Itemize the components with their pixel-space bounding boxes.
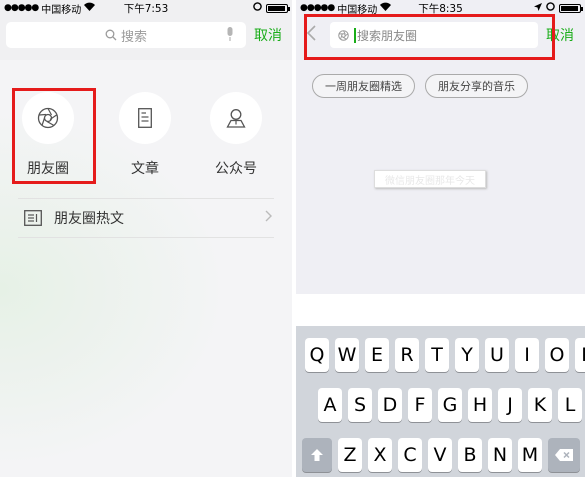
keyboard-row-2: ASDFGHJKL xyxy=(318,388,585,422)
key-l[interactable]: L xyxy=(558,388,582,422)
key-c[interactable]: C xyxy=(398,438,422,472)
key-x[interactable]: X xyxy=(368,438,392,472)
shift-arrow-icon xyxy=(311,449,323,461)
category-label: 文章 xyxy=(131,161,159,177)
category-label: 公众号 xyxy=(215,161,257,177)
document-icon xyxy=(24,210,42,226)
signal-strength: ●●●●● xyxy=(4,3,39,13)
hot-articles-label: 朋友圈热文 xyxy=(54,211,124,227)
carrier-name: 中国移动 xyxy=(41,4,82,16)
key-i[interactable]: I xyxy=(515,338,539,372)
status-bar: ●●●●● 中国移动 下午7:53 xyxy=(0,0,292,16)
signal-strength: ●●●●● xyxy=(300,3,335,13)
highlight-box-search xyxy=(304,14,555,60)
chevron-right-icon xyxy=(265,210,272,226)
left-screen: ●●●●● 中国移动 下午7:53 搜索 取消 朋友圈 文章 公众号 朋友圈热文 xyxy=(0,0,292,477)
keyboard-row-3: ZXCVBNM xyxy=(302,438,585,472)
key-d[interactable]: D xyxy=(378,388,402,422)
key-k[interactable]: K xyxy=(528,388,552,422)
suggestion-chips: 一周朋友圈精选 朋友分享的音乐 xyxy=(312,74,528,98)
shift-key[interactable] xyxy=(302,438,332,472)
key-f[interactable]: F xyxy=(408,388,432,422)
chip-weekly-moments[interactable]: 一周朋友圈精选 xyxy=(312,74,415,98)
watermark-label: 微信朋友圈那年今天 xyxy=(374,170,486,188)
key-o[interactable]: O xyxy=(545,338,569,372)
key-r[interactable]: R xyxy=(395,338,419,372)
backspace-icon xyxy=(555,449,573,461)
key-e[interactable]: E xyxy=(365,338,389,372)
key-j[interactable]: J xyxy=(498,388,522,422)
key-m[interactable]: M xyxy=(518,438,542,472)
key-b[interactable]: B xyxy=(458,438,482,472)
official-account-icon xyxy=(210,92,262,144)
search-placeholder: 搜索 xyxy=(120,29,147,45)
alarm-icon xyxy=(546,2,555,14)
key-q[interactable]: Q xyxy=(305,338,329,372)
search-icon xyxy=(105,29,117,41)
microphone-icon[interactable] xyxy=(226,27,234,41)
category-articles[interactable]: 文章 xyxy=(110,92,180,178)
article-icon xyxy=(119,92,171,144)
key-z[interactable]: Z xyxy=(338,438,362,472)
key-s[interactable]: S xyxy=(348,388,372,422)
key-u[interactable]: U xyxy=(485,338,509,372)
key-h[interactable]: H xyxy=(468,388,492,422)
battery-icon xyxy=(266,3,290,13)
search-input[interactable]: 搜索 xyxy=(6,22,246,48)
key-t[interactable]: T xyxy=(425,338,449,372)
chip-shared-music[interactable]: 朋友分享的音乐 xyxy=(425,74,528,98)
keyboard: QWERTYUIOP ASDFGHJKL ZXCVBNM xyxy=(296,326,585,477)
wifi-icon xyxy=(84,2,96,14)
key-v[interactable]: V xyxy=(428,438,452,472)
cancel-button[interactable]: 取消 xyxy=(254,25,282,45)
location-arrow-icon xyxy=(534,2,542,14)
moments-hot-articles-row[interactable]: 朋友圈热文 xyxy=(18,198,274,238)
key-w[interactable]: W xyxy=(335,338,359,372)
category-official-accounts[interactable]: 公众号 xyxy=(201,92,271,178)
key-a[interactable]: A xyxy=(318,388,342,422)
delete-key[interactable] xyxy=(548,438,580,472)
search-bar: 搜索 取消 xyxy=(6,22,292,48)
keyboard-row-3-letters: ZXCVBNM xyxy=(338,438,548,472)
key-y[interactable]: Y xyxy=(455,338,479,372)
right-screen: ●●●●● 中国移动 下午8:35 搜索朋友圈 取消 一周朋友圈精选 朋友分享的… xyxy=(296,0,585,477)
wifi-icon xyxy=(380,2,392,14)
keyboard-row-1: QWERTYUIOP xyxy=(305,338,585,372)
alarm-icon xyxy=(253,2,262,14)
battery-icon xyxy=(559,3,583,13)
key-n[interactable]: N xyxy=(488,438,512,472)
key-p[interactable]: P xyxy=(575,338,585,372)
keyboard-accessory-area xyxy=(296,294,585,326)
key-g[interactable]: G xyxy=(438,388,462,422)
highlight-box-moments xyxy=(12,88,96,184)
